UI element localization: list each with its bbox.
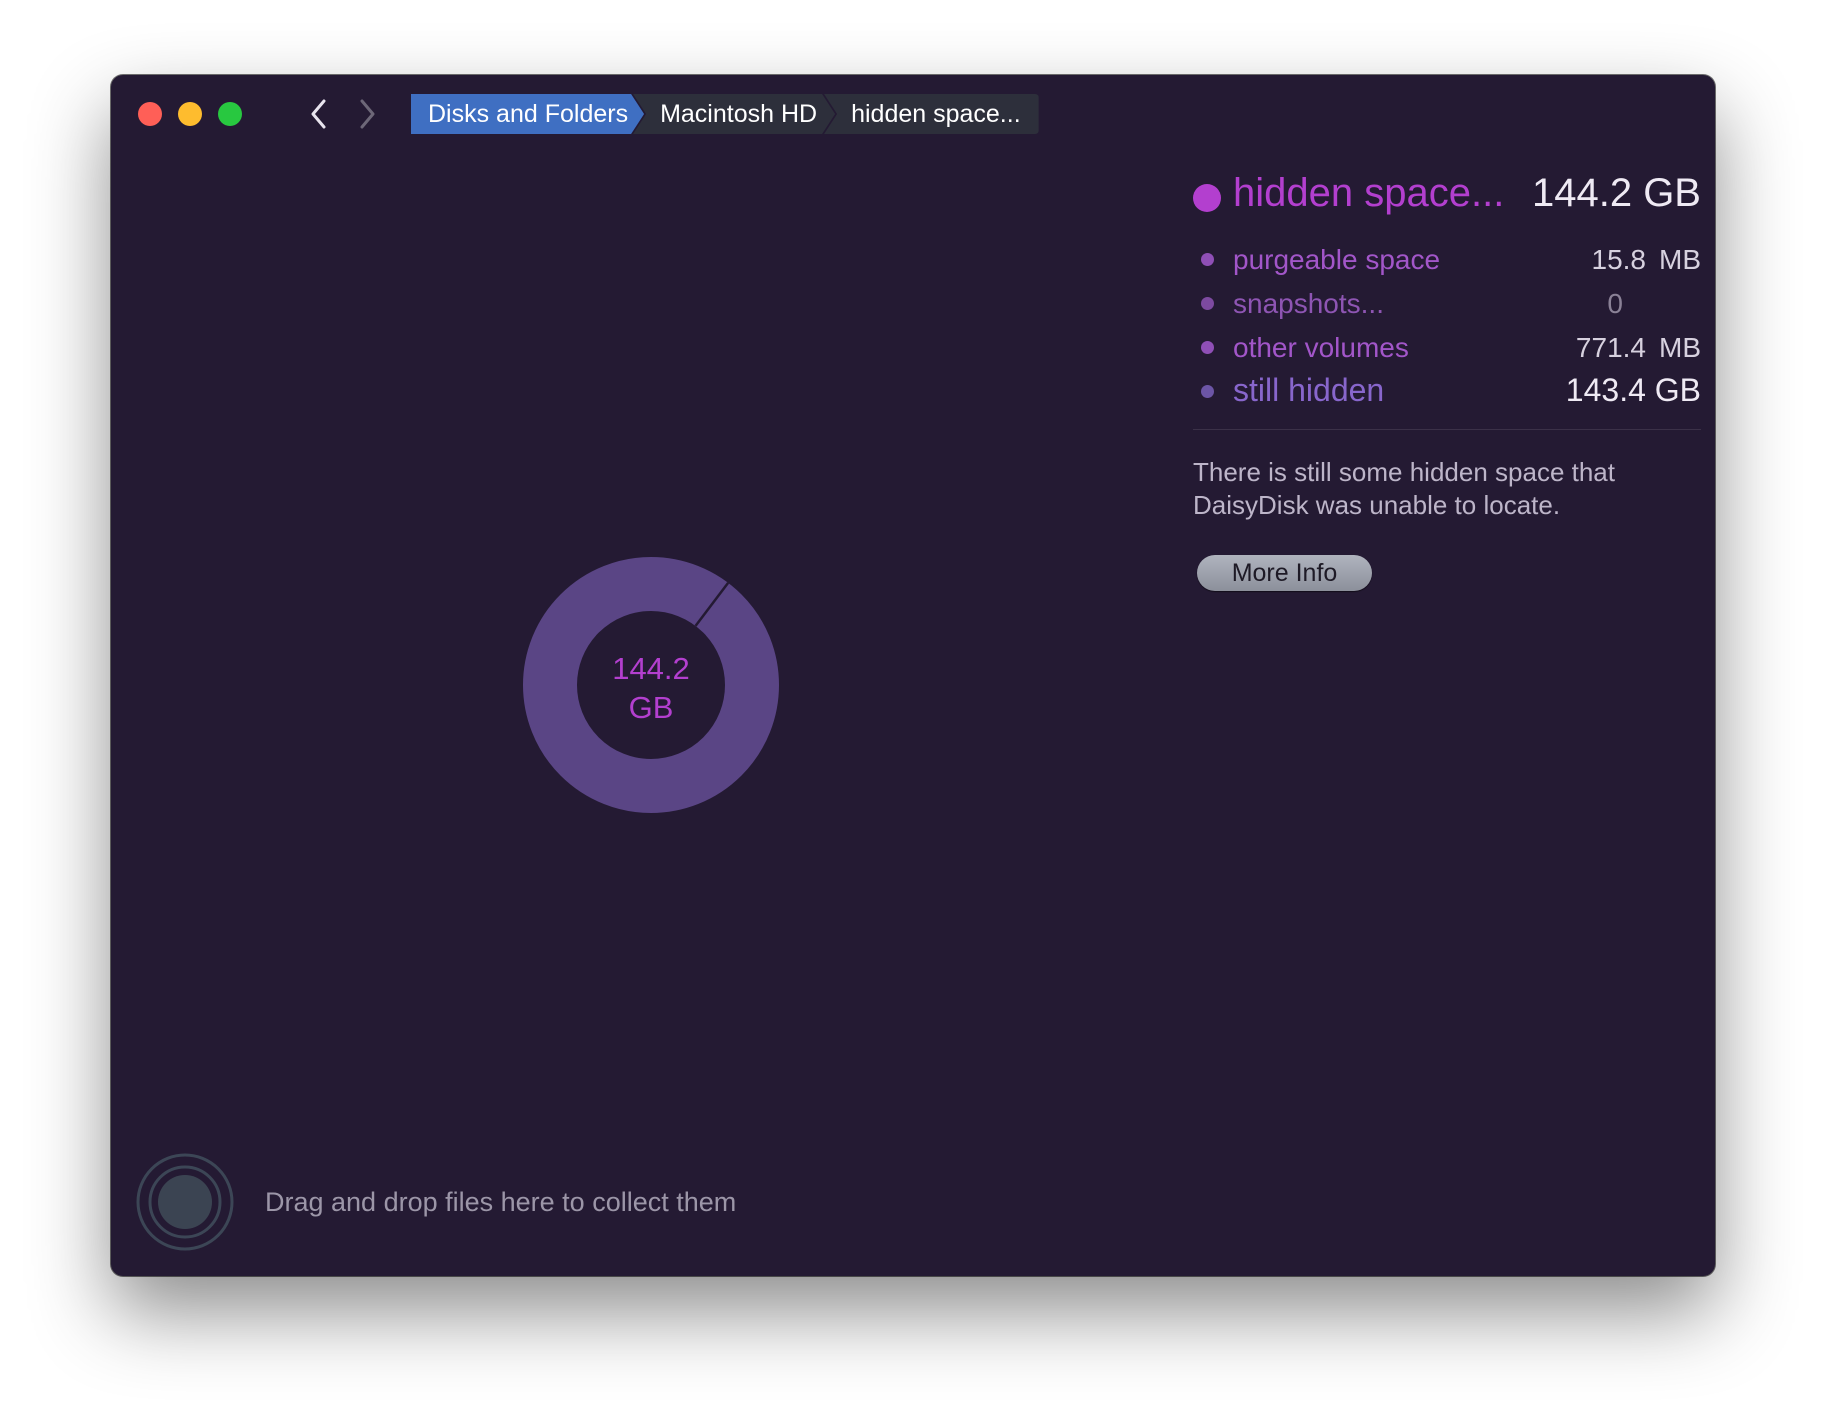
disk-usage-donut-chart[interactable]: 144.2 GB — [521, 555, 781, 815]
selected-item-header: hidden space... 144.2 GB — [1193, 163, 1701, 227]
forward-button[interactable] — [349, 95, 385, 133]
item-label: purgeable space — [1233, 244, 1441, 275]
close-window-button[interactable] — [138, 102, 162, 126]
divider — [1193, 429, 1701, 430]
item-value: 771.4 — [1575, 332, 1646, 363]
back-button[interactable] — [301, 95, 337, 133]
minimize-window-button[interactable] — [178, 102, 202, 126]
list-item-purgeable-space[interactable]: purgeable space 15.8 MB — [1193, 237, 1701, 281]
item-dot — [1201, 297, 1214, 310]
list-item-other-volumes[interactable]: other volumes 771.4 MB — [1193, 325, 1701, 369]
donut-center-unit: GB — [629, 690, 674, 725]
item-unit: MB — [1659, 332, 1701, 363]
item-dot — [1201, 253, 1214, 266]
breadcrumb: Disks and Folders Macintosh HD hidden sp… — [411, 94, 1039, 134]
selected-item-size: 144.2 GB — [1531, 171, 1701, 215]
breakdown-list: purgeable space 15.8 MB snapshots... 0 o… — [1193, 237, 1701, 413]
app-window: Disks and Folders Macintosh HD hidden sp… — [111, 75, 1715, 1276]
item-dot — [1201, 341, 1214, 354]
selected-item-name[interactable]: hidden space... — [1233, 171, 1504, 216]
list-item-still-hidden[interactable]: still hidden 143.4 GB — [1193, 369, 1701, 413]
chevron-right-icon — [360, 99, 375, 129]
breadcrumb-disks-and-folders[interactable]: Disks and Folders — [411, 94, 644, 134]
more-info-button[interactable]: More Info — [1197, 555, 1372, 591]
selected-item-dot — [1193, 184, 1221, 212]
item-label: still hidden — [1233, 372, 1385, 408]
item-value: 143.4 GB — [1565, 372, 1701, 408]
item-value: 15.8 — [1591, 244, 1647, 275]
item-label: other volumes — [1233, 332, 1409, 363]
breadcrumb-hidden-space[interactable]: hidden space... — [824, 94, 1039, 134]
breadcrumb-macintosh-hd[interactable]: Macintosh HD — [633, 94, 835, 134]
item-dot — [1201, 385, 1214, 398]
drop-hint-text: Drag and drop files here to collect them — [265, 1187, 737, 1217]
info-panel: hidden space... 144.2 GB purgeable space… — [1193, 163, 1701, 591]
item-label: snapshots... — [1233, 288, 1384, 319]
item-unit: MB — [1659, 244, 1701, 275]
zoom-window-button[interactable] — [218, 102, 242, 126]
donut-center-value: 144.2 — [612, 651, 690, 686]
list-item-snapshots[interactable]: snapshots... 0 — [1193, 281, 1701, 325]
chevron-left-icon — [311, 99, 326, 129]
collector-target-icon[interactable] — [135, 1152, 235, 1252]
item-value: 0 — [1607, 288, 1623, 319]
description-text: There is still some hidden space that Da… — [1193, 457, 1615, 520]
